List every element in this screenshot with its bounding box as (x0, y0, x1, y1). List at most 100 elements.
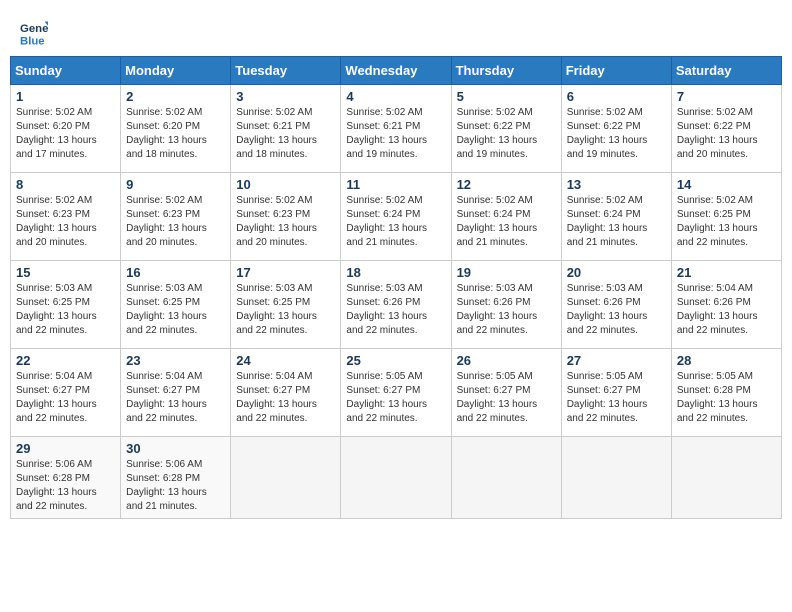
day-info: Sunrise: 5:04 AM Sunset: 6:27 PM Dayligh… (126, 370, 225, 426)
col-header-wednesday: Wednesday (341, 57, 451, 85)
day-info: Sunrise: 5:06 AM Sunset: 6:28 PM Dayligh… (16, 458, 115, 514)
day-number: 11 (346, 177, 445, 192)
calendar-cell: 1 Sunrise: 5:02 AM Sunset: 6:20 PM Daylig… (11, 85, 121, 173)
col-header-friday: Friday (561, 57, 671, 85)
day-number: 19 (457, 265, 556, 280)
header: General Blue (10, 10, 782, 52)
col-header-thursday: Thursday (451, 57, 561, 85)
day-number: 7 (677, 89, 776, 104)
calendar-cell: 15 Sunrise: 5:03 AM Sunset: 6:25 PM Dayli… (11, 261, 121, 349)
calendar-cell: 19Sunrise: 5:03 AM Sunset: 6:26 PM Dayli… (451, 261, 561, 349)
calendar-cell (341, 437, 451, 519)
day-number: 6 (567, 89, 666, 104)
col-header-tuesday: Tuesday (231, 57, 341, 85)
day-info: Sunrise: 5:04 AM Sunset: 6:26 PM Dayligh… (677, 282, 776, 338)
calendar-cell: 4 Sunrise: 5:02 AM Sunset: 6:21 PM Daylig… (341, 85, 451, 173)
calendar-cell: 7Sunrise: 5:02 AM Sunset: 6:22 PM Daylig… (671, 85, 781, 173)
day-info: Sunrise: 5:03 AM Sunset: 6:26 PM Dayligh… (567, 282, 666, 338)
day-number: 10 (236, 177, 335, 192)
day-number: 14 (677, 177, 776, 192)
calendar-cell: 5Sunrise: 5:02 AM Sunset: 6:22 PM Daylig… (451, 85, 561, 173)
calendar-cell: 25 Sunrise: 5:05 AM Sunset: 6:27 PM Dayli… (341, 349, 451, 437)
day-number: 15 (16, 265, 115, 280)
calendar-cell: 12 Sunrise: 5:02 AM Sunset: 6:24 PM Dayli… (451, 173, 561, 261)
calendar-cell: 2 Sunrise: 5:02 AM Sunset: 6:20 PM Daylig… (121, 85, 231, 173)
day-info: Sunrise: 5:02 AM Sunset: 6:24 PM Dayligh… (457, 194, 556, 250)
day-number: 21 (677, 265, 776, 280)
logo: General Blue (20, 18, 52, 46)
calendar-cell: 16 Sunrise: 5:03 AM Sunset: 6:25 PM Dayli… (121, 261, 231, 349)
calendar-cell: 10 Sunrise: 5:02 AM Sunset: 6:23 PM Dayli… (231, 173, 341, 261)
calendar-cell: 8 Sunrise: 5:02 AM Sunset: 6:23 PM Daylig… (11, 173, 121, 261)
day-number: 25 (346, 353, 445, 368)
calendar-table: SundayMondayTuesdayWednesdayThursdayFrid… (10, 56, 782, 519)
day-info: Sunrise: 5:02 AM Sunset: 6:23 PM Dayligh… (236, 194, 335, 250)
day-number: 20 (567, 265, 666, 280)
col-header-saturday: Saturday (671, 57, 781, 85)
calendar-cell: 23 Sunrise: 5:04 AM Sunset: 6:27 PM Dayli… (121, 349, 231, 437)
day-info: Sunrise: 5:02 AM Sunset: 6:21 PM Dayligh… (346, 106, 445, 162)
calendar-cell: 17Sunrise: 5:03 AM Sunset: 6:25 PM Dayli… (231, 261, 341, 349)
calendar-cell: 13 Sunrise: 5:02 AM Sunset: 6:24 PM Dayli… (561, 173, 671, 261)
calendar-cell: 20 Sunrise: 5:03 AM Sunset: 6:26 PM Dayli… (561, 261, 671, 349)
day-info: Sunrise: 5:02 AM Sunset: 6:20 PM Dayligh… (126, 106, 225, 162)
calendar-cell: 14 Sunrise: 5:02 AM Sunset: 6:25 PM Dayli… (671, 173, 781, 261)
day-info: Sunrise: 5:06 AM Sunset: 6:28 PM Dayligh… (126, 458, 225, 514)
day-info: Sunrise: 5:02 AM Sunset: 6:20 PM Dayligh… (16, 106, 115, 162)
day-info: Sunrise: 5:03 AM Sunset: 6:26 PM Dayligh… (346, 282, 445, 338)
day-info: Sunrise: 5:02 AM Sunset: 6:23 PM Dayligh… (126, 194, 225, 250)
calendar-cell (671, 437, 781, 519)
calendar-cell: 29 Sunrise: 5:06 AM Sunset: 6:28 PM Dayli… (11, 437, 121, 519)
calendar-cell (231, 437, 341, 519)
day-number: 2 (126, 89, 225, 104)
day-info: Sunrise: 5:02 AM Sunset: 6:22 PM Dayligh… (567, 106, 666, 162)
calendar-cell: 30 Sunrise: 5:06 AM Sunset: 6:28 PM Dayli… (121, 437, 231, 519)
day-number: 22 (16, 353, 115, 368)
day-number: 3 (236, 89, 335, 104)
calendar-cell: 26 Sunrise: 5:05 AM Sunset: 6:27 PM Dayli… (451, 349, 561, 437)
day-info: Sunrise: 5:02 AM Sunset: 6:23 PM Dayligh… (16, 194, 115, 250)
day-info: Sunrise: 5:02 AM Sunset: 6:24 PM Dayligh… (346, 194, 445, 250)
day-number: 4 (346, 89, 445, 104)
day-number: 5 (457, 89, 556, 104)
day-info: Sunrise: 5:02 AM Sunset: 6:25 PM Dayligh… (677, 194, 776, 250)
day-number: 16 (126, 265, 225, 280)
day-number: 18 (346, 265, 445, 280)
day-number: 24 (236, 353, 335, 368)
logo-icon: General Blue (20, 18, 48, 46)
day-number: 8 (16, 177, 115, 192)
day-info: Sunrise: 5:05 AM Sunset: 6:27 PM Dayligh… (346, 370, 445, 426)
day-number: 26 (457, 353, 556, 368)
calendar-cell: 11 Sunrise: 5:02 AM Sunset: 6:24 PM Dayli… (341, 173, 451, 261)
day-info: Sunrise: 5:05 AM Sunset: 6:28 PM Dayligh… (677, 370, 776, 426)
day-info: Sunrise: 5:05 AM Sunset: 6:27 PM Dayligh… (567, 370, 666, 426)
day-info: Sunrise: 5:04 AM Sunset: 6:27 PM Dayligh… (16, 370, 115, 426)
day-number: 28 (677, 353, 776, 368)
calendar-cell: 3 Sunrise: 5:02 AM Sunset: 6:21 PM Daylig… (231, 85, 341, 173)
day-info: Sunrise: 5:05 AM Sunset: 6:27 PM Dayligh… (457, 370, 556, 426)
day-number: 17 (236, 265, 335, 280)
calendar-cell (451, 437, 561, 519)
svg-text:Blue: Blue (20, 35, 45, 46)
day-info: Sunrise: 5:03 AM Sunset: 6:25 PM Dayligh… (16, 282, 115, 338)
day-number: 30 (126, 441, 225, 456)
day-number: 1 (16, 89, 115, 104)
day-info: Sunrise: 5:02 AM Sunset: 6:21 PM Dayligh… (236, 106, 335, 162)
calendar-cell: 24Sunrise: 5:04 AM Sunset: 6:27 PM Dayli… (231, 349, 341, 437)
day-number: 23 (126, 353, 225, 368)
day-info: Sunrise: 5:03 AM Sunset: 6:25 PM Dayligh… (126, 282, 225, 338)
calendar-cell: 9Sunrise: 5:02 AM Sunset: 6:23 PM Daylig… (121, 173, 231, 261)
calendar-cell: 22 Sunrise: 5:04 AM Sunset: 6:27 PM Dayli… (11, 349, 121, 437)
day-info: Sunrise: 5:02 AM Sunset: 6:24 PM Dayligh… (567, 194, 666, 250)
svg-text:General: General (20, 23, 48, 35)
day-number: 27 (567, 353, 666, 368)
day-number: 29 (16, 441, 115, 456)
calendar-cell: 18 Sunrise: 5:03 AM Sunset: 6:26 PM Dayli… (341, 261, 451, 349)
day-number: 13 (567, 177, 666, 192)
day-number: 12 (457, 177, 556, 192)
calendar-cell (561, 437, 671, 519)
col-header-sunday: Sunday (11, 57, 121, 85)
calendar-cell: 28 Sunrise: 5:05 AM Sunset: 6:28 PM Dayli… (671, 349, 781, 437)
col-header-monday: Monday (121, 57, 231, 85)
calendar-cell: 27 Sunrise: 5:05 AM Sunset: 6:27 PM Dayli… (561, 349, 671, 437)
